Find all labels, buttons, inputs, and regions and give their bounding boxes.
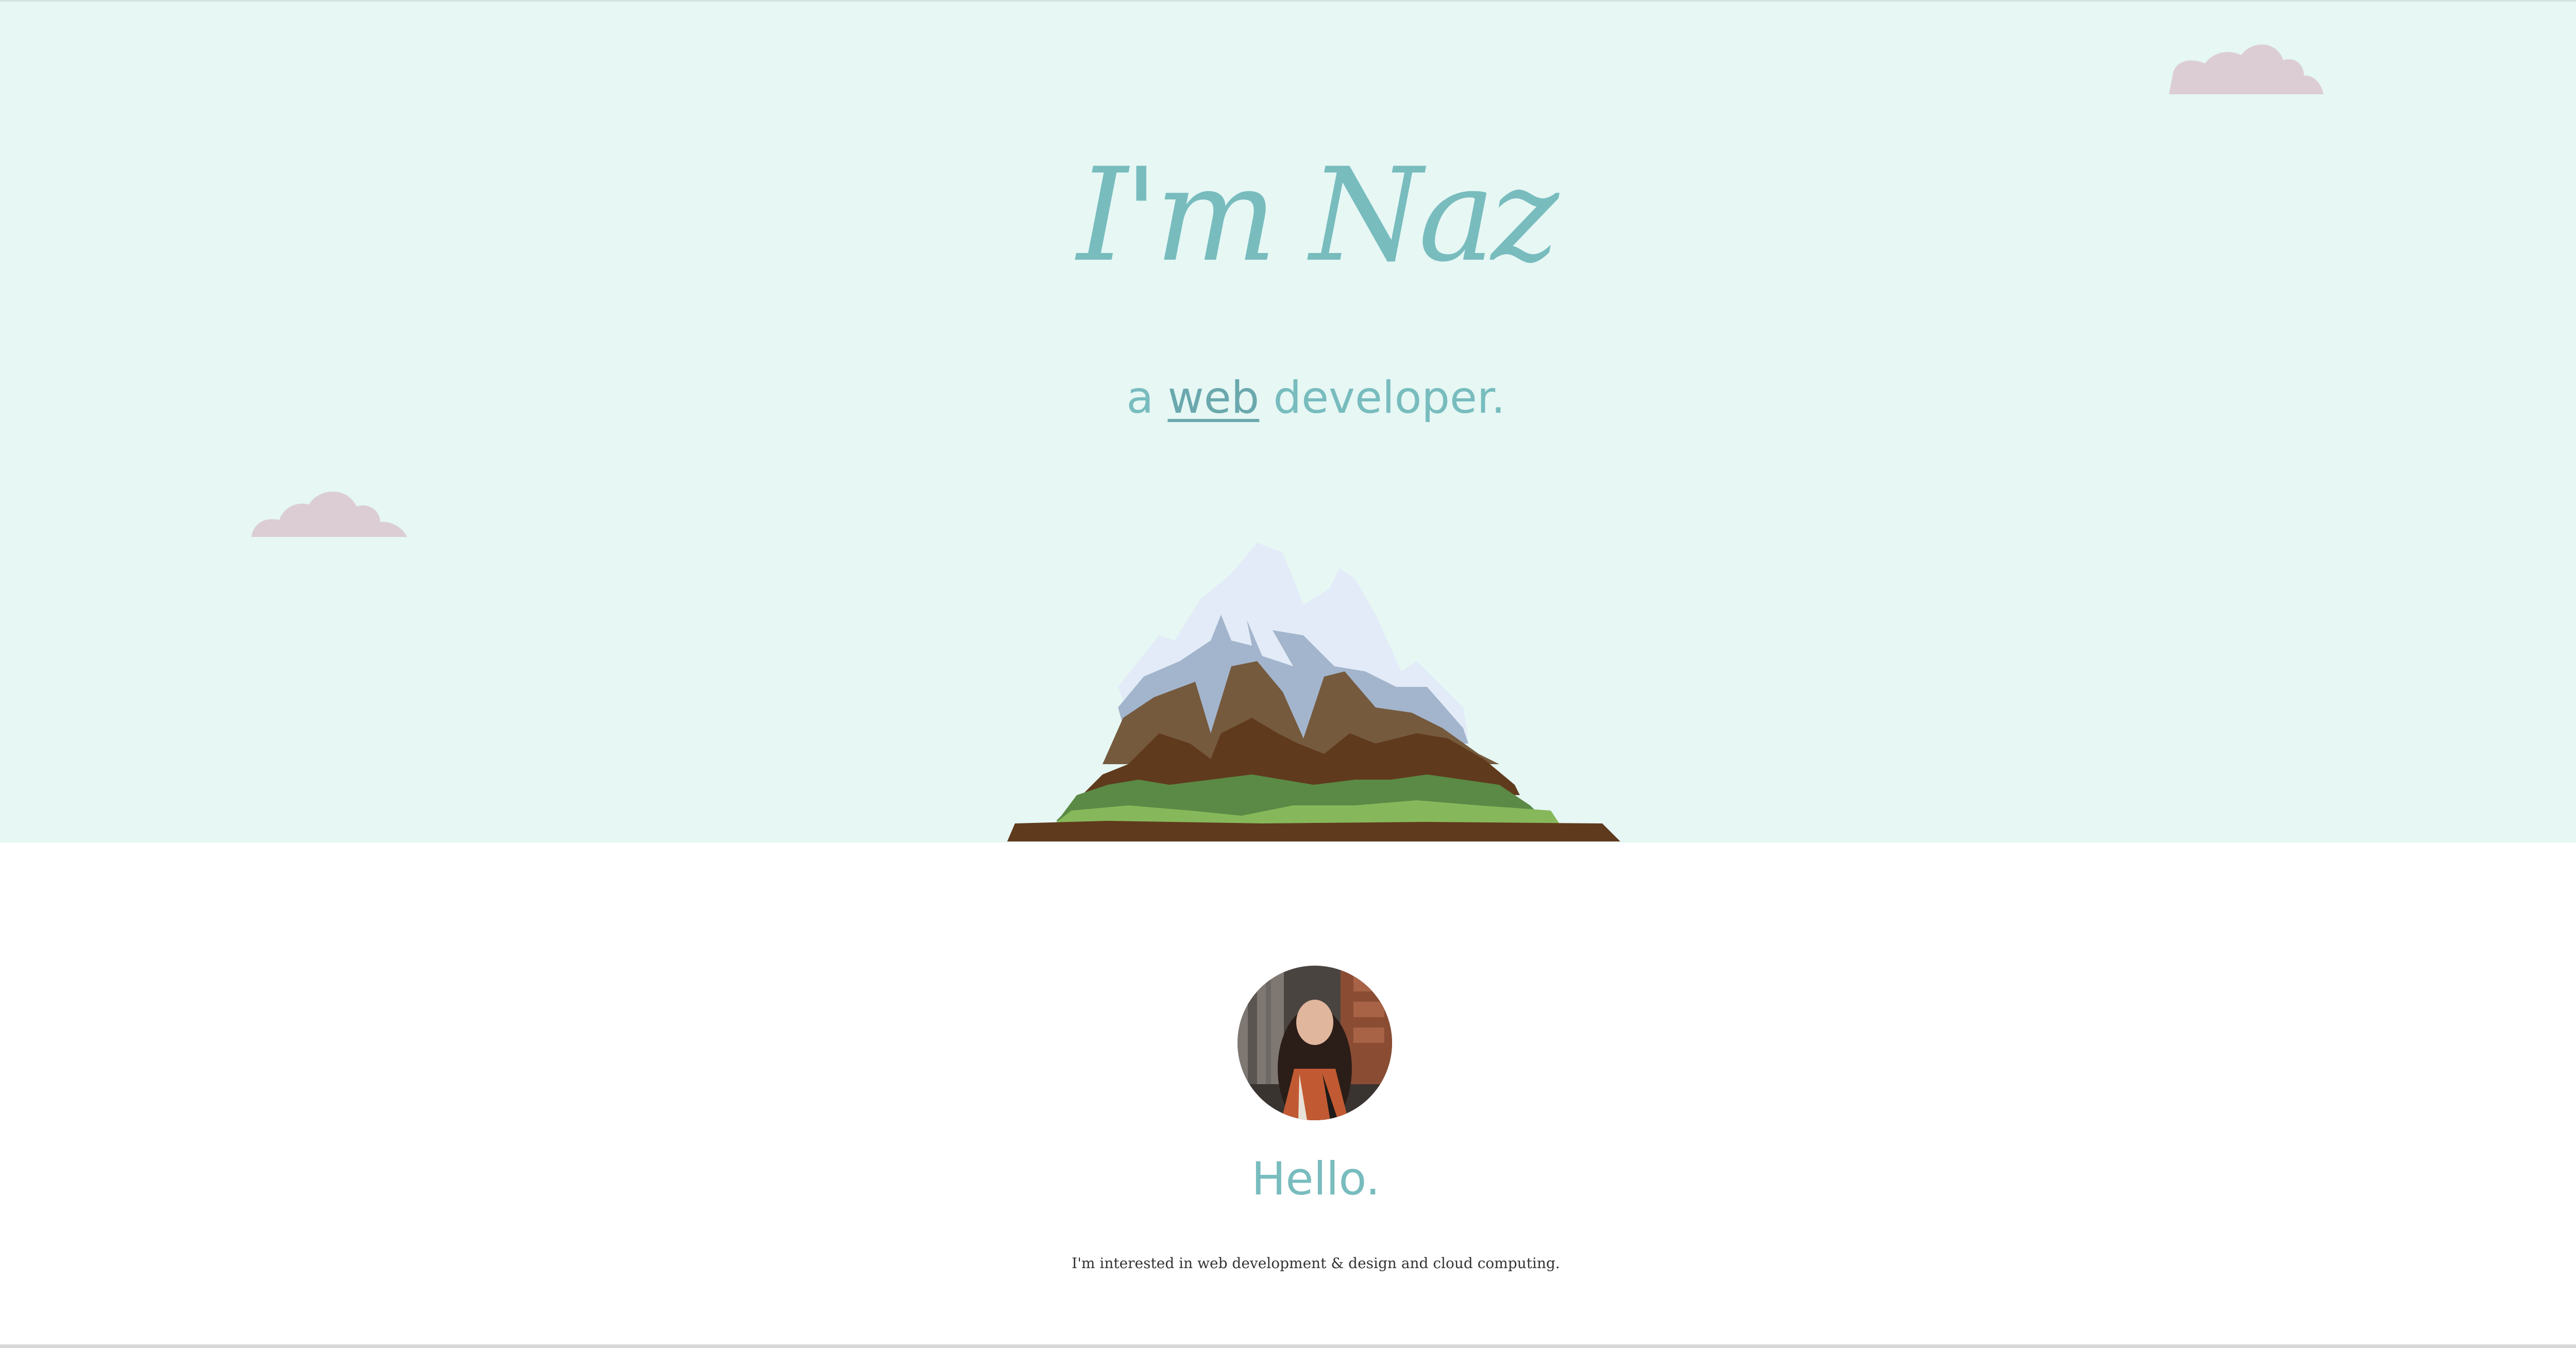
tagline: a web developer. xyxy=(0,372,2576,425)
about-section: Hello. I'm interested in web development… xyxy=(0,842,2576,1345)
avatar xyxy=(1238,966,1392,1120)
hero-section: I'm Naz a web developer. xyxy=(0,0,2576,842)
cloud-icon xyxy=(251,492,407,537)
greeting-heading: Hello. xyxy=(1251,1152,1380,1205)
page-title: I'm Naz xyxy=(1077,140,1559,290)
mountain-soil xyxy=(1007,821,1620,841)
footer-divider xyxy=(0,1344,2576,1348)
mountain-illustration xyxy=(1007,543,1620,841)
intro-text: I'm interested in web development & desi… xyxy=(1072,1255,1560,1272)
cloud-icon xyxy=(2169,44,2324,94)
tagline-link[interactable]: web xyxy=(1167,372,1259,424)
tagline-prefix: a xyxy=(1126,372,1168,424)
tagline-suffix: developer. xyxy=(1259,372,1505,424)
profile-photo xyxy=(1238,966,1392,1120)
